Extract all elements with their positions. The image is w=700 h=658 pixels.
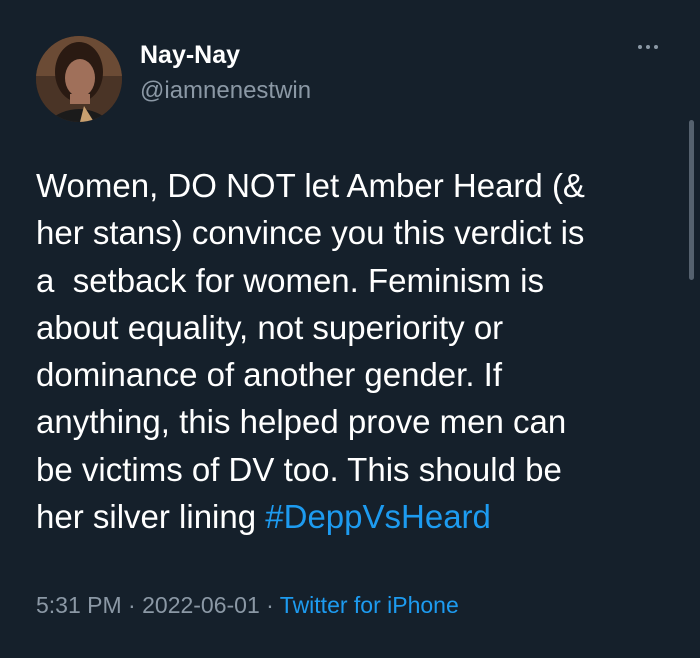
meta-separator: · <box>259 592 280 618</box>
tweet-line: a setback for women. Feminism is <box>36 261 544 299</box>
scrollbar[interactable] <box>689 120 694 280</box>
avatar[interactable] <box>36 36 122 122</box>
tweet-source-link[interactable]: Twitter for iPhone <box>280 592 459 618</box>
tweet-line: her silver lining <box>36 498 266 536</box>
tweet-card: Nay-Nay @iamnenestwin Women, DO NOT let … <box>0 0 700 658</box>
tweet-line: anything, this helped prove men can <box>36 403 567 441</box>
tweet-line: her stans) convince you this verdict is <box>36 214 585 252</box>
tweet-line: dominance of another gender. If <box>36 356 502 394</box>
hashtag-link[interactable]: #DeppVsHeard <box>265 498 491 535</box>
tweet-line: about equality, not superiority or <box>36 308 504 346</box>
tweet-line: Women, DO NOT let Amber Heard (& <box>36 167 585 204</box>
more-dots-icon[interactable] <box>628 32 668 62</box>
tweet-date[interactable]: 2022-06-01 <box>142 592 260 618</box>
tweet-metadata: 5:31 PM · 2022-06-01 · Twitter for iPhon… <box>36 589 459 621</box>
author-handle[interactable]: @iamnenestwin <box>140 76 311 106</box>
tweet-text: Women, DO NOT let Amber Heard (& her sta… <box>36 162 676 540</box>
tweet-line: be victims of DV too. This should be <box>36 450 562 488</box>
meta-separator: · <box>121 592 143 618</box>
avatar-photo <box>36 36 122 122</box>
author-display-name[interactable]: Nay-Nay <box>140 40 240 70</box>
tweet-time[interactable]: 5:31 PM <box>36 592 122 618</box>
